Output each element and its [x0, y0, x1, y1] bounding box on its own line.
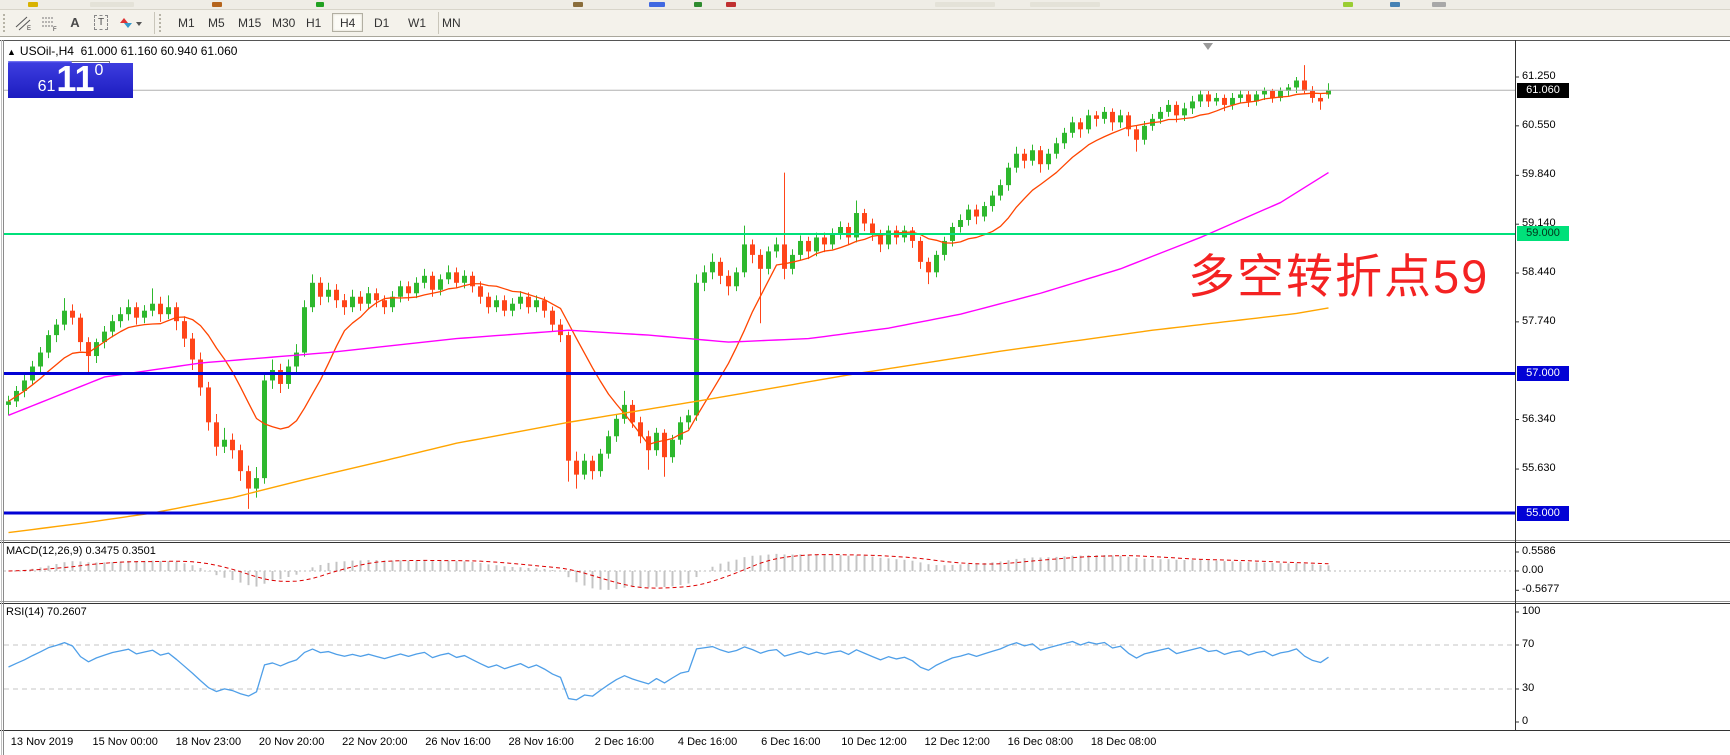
timeframe-mn[interactable]: MN [434, 13, 469, 32]
toolbar-fragment [573, 2, 583, 7]
buy-price-big: 11 [56, 58, 95, 99]
text-label-glyph: T [93, 15, 109, 30]
macd-histogram [15, 553, 1330, 590]
candles-layer [6, 65, 1331, 509]
equidistant-channel-icon[interactable]: E [12, 12, 34, 33]
arrows-glyph [120, 17, 142, 28]
fibonacci-glyph: F [42, 17, 57, 31]
toolbar-fragment [1390, 2, 1400, 7]
toolbar-fragment [90, 2, 134, 7]
buy-price-sup: 0 [94, 61, 104, 79]
svg-text:F: F [53, 27, 57, 31]
toolbar-fragment [212, 2, 222, 7]
toolbar-fragment [1030, 2, 1100, 7]
svg-text:E: E [27, 26, 31, 31]
toolbar-upper-partial [0, 0, 1730, 10]
text-label-icon[interactable]: T [90, 12, 112, 33]
toolbar-separator [154, 12, 155, 34]
toolbar-fragment [726, 2, 736, 7]
timeframe-h4[interactable]: H4 [332, 13, 364, 32]
toolbar-fragment [1343, 2, 1353, 7]
timeframe-m5[interactable]: M5 [200, 13, 233, 32]
timeframe-w1[interactable]: W1 [400, 13, 434, 32]
timeframe-drag-handle[interactable] [159, 14, 166, 32]
timeframe-d1[interactable]: D1 [366, 13, 397, 32]
chart-canvas [0, 40, 1730, 755]
toolbar-fragment [1432, 2, 1446, 7]
toolbar-fragment [935, 2, 995, 7]
toolbar-drag-handle[interactable] [3, 14, 10, 32]
arrow-objects-icon[interactable] [116, 12, 146, 33]
equidistant-channel-glyph: E [15, 16, 31, 31]
toolbar-fragment [649, 2, 665, 7]
fibonacci-icon[interactable]: F [38, 12, 60, 33]
toolbar-fragment [28, 2, 38, 7]
buy-price-display[interactable]: 61 11 0 [8, 58, 133, 99]
text-tool-icon[interactable]: A [64, 12, 86, 33]
main-toolbar: E F A T M1 M5 M15 M30 H1 H4 D1 W1 MN [0, 10, 1730, 37]
toolbar-fragment [694, 2, 702, 7]
buy-price-small: 61 [37, 77, 56, 95]
toolbar-fragment [316, 2, 324, 7]
timeframe-m1[interactable]: M1 [170, 13, 203, 32]
timeframe-h1[interactable]: H1 [298, 13, 329, 32]
